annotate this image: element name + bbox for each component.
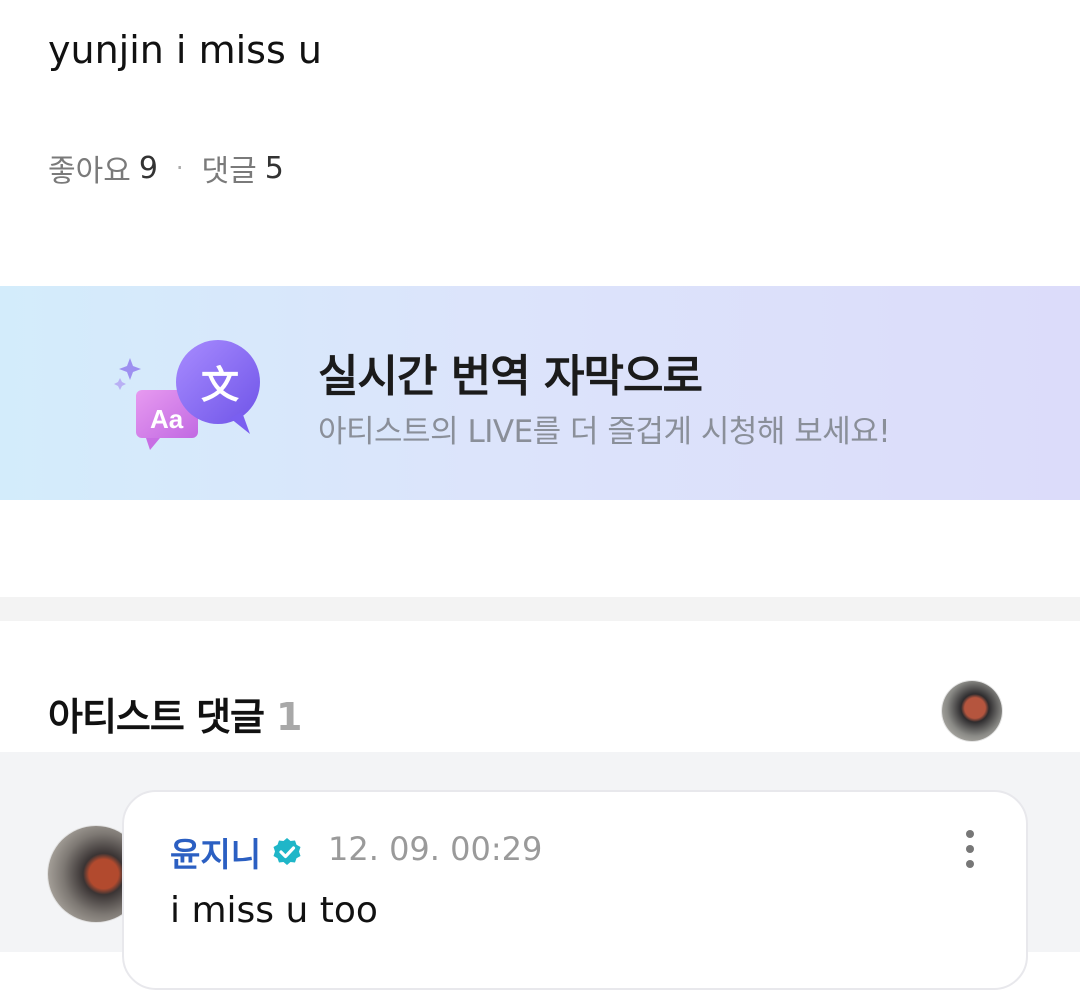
artist-avatar-button[interactable] xyxy=(942,681,1002,741)
comments-label[interactable]: 댓글 xyxy=(202,146,257,190)
sparkle-small-icon xyxy=(114,378,126,390)
banner-subtitle: 아티스트의 LIVE를 더 즐겁게 시청해 보세요! xyxy=(318,414,891,450)
sparkle-large-icon xyxy=(119,358,141,380)
translate-icon: Aa 文 xyxy=(114,340,260,450)
artist-comments-title: 아티스트 댓글 xyxy=(48,695,265,739)
comment-timestamp: 12. 09. 00:29 xyxy=(328,830,543,868)
comment-author-name: 윤지니 xyxy=(170,835,262,874)
comments-count: 5 xyxy=(264,150,284,186)
banner-title: 실시간 번역 자막으로 xyxy=(318,351,703,402)
meta-separator: · xyxy=(175,154,184,182)
comment-text: i miss u too xyxy=(170,890,378,931)
verified-badge-icon xyxy=(273,838,301,865)
translation-banner[interactable]: Aa 文 실시간 번역 자막으로 아티스트의 LIVE를 더 즐겁게 시청해 보… xyxy=(0,286,1080,500)
aa-glyph: Aa xyxy=(150,404,184,434)
comment-author[interactable]: 윤지니 xyxy=(170,828,303,876)
section-divider xyxy=(0,597,1080,621)
post-meta: 좋아요 9 · 댓글 5 xyxy=(48,146,284,190)
more-options-icon[interactable] xyxy=(950,826,990,872)
wen-glyph: 文 xyxy=(201,363,239,407)
artist-comments-count: 1 xyxy=(276,695,302,739)
artist-comments-header: 아티스트 댓글 1 xyxy=(48,686,302,741)
post-text: yunjin i miss u xyxy=(48,28,322,72)
likes-label[interactable]: 좋아요 xyxy=(48,146,131,190)
likes-count: 9 xyxy=(138,150,158,186)
